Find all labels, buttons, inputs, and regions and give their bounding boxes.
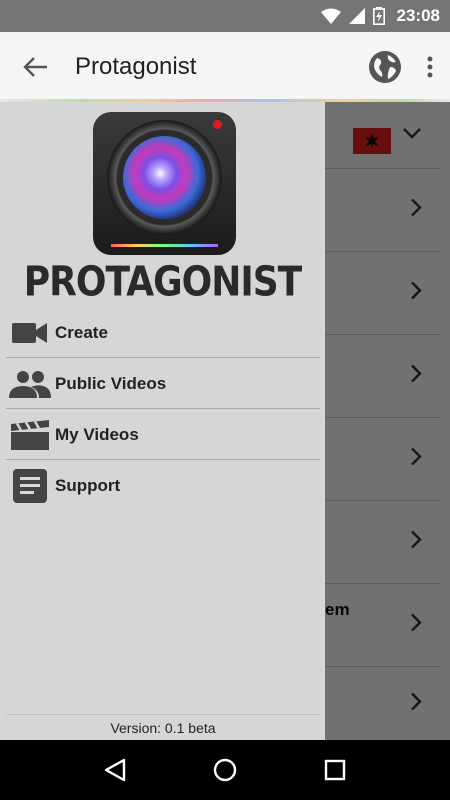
clock-time: 23:08 [396, 6, 440, 25]
recents-square-icon[interactable] [310, 745, 360, 795]
app-logo-camera-icon [93, 112, 236, 255]
drawer-item-create[interactable]: Create [6, 308, 320, 358]
signal-icon [348, 8, 365, 24]
version-label: Version: 0.1 beta [6, 714, 320, 740]
drawer-item-label: My Videos [55, 424, 139, 444]
battery-icon [372, 7, 385, 25]
drawer-item-my-videos[interactable]: My Videos [6, 410, 320, 460]
clapperboard-icon [6, 410, 54, 460]
drawer-item-label: Public Videos [55, 373, 167, 393]
drawer-item-public-videos[interactable]: Public Videos [6, 359, 320, 409]
wifi-icon [320, 8, 341, 24]
people-icon [6, 359, 54, 409]
drawer-item-label: Support [55, 476, 121, 495]
drawer-item-support[interactable]: Support [6, 461, 320, 511]
videocam-icon [6, 308, 54, 358]
navigation-drawer: PROTAGONIST Create Public Videos My Vide… [0, 102, 325, 740]
more-vert-icon[interactable] [410, 32, 450, 102]
globe-icon[interactable] [360, 32, 410, 102]
page-title: Protagonist [75, 53, 197, 80]
app-logo-wordmark: PROTAGONIST [23, 258, 303, 307]
app-bar: Protagonist [0, 32, 450, 102]
status-bar: 23:08 [0, 0, 450, 32]
home-circle-icon[interactable] [200, 745, 250, 795]
system-nav-bar [0, 740, 450, 800]
arrow-back-icon[interactable] [0, 32, 70, 102]
drawer-item-label: Create [55, 322, 108, 342]
back-triangle-icon[interactable] [90, 745, 140, 795]
document-icon [6, 461, 54, 511]
